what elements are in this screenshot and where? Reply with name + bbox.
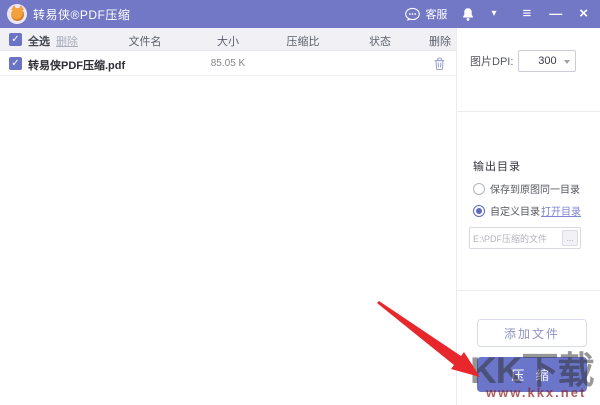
radio-custom-dir[interactable]: 自定义目录 打开目录 [473,203,581,218]
bell-icon [461,7,475,22]
settings-panel: 图片DPI: 300 输出目录 保存到原图同一目录 自定义目录 打开目录 ...… [456,28,600,405]
app-title: 转易侠®PDF压缩 [33,6,130,23]
notifications-button[interactable] [461,7,475,22]
select-all-checkbox[interactable]: ✓ [9,33,22,46]
titlebar: 转易侠®PDF压缩 客服 ▾ ≡ — × [0,0,600,28]
output-directory-title: 输出目录 [473,158,521,174]
file-size: 85.05 K [198,58,258,69]
trash-icon [432,56,447,71]
radio-custom-label: 自定义目录 [490,203,540,218]
column-header-filename: 文件名 [115,33,175,49]
customer-service-button[interactable]: 客服 [404,6,447,22]
radio-save-original-dir[interactable]: 保存到原图同一目录 [473,181,580,196]
minimize-button[interactable]: — [549,9,562,19]
add-files-button[interactable]: 添加文件 [477,319,587,347]
radio-selected-icon [473,205,485,217]
row-checkbox[interactable]: ✓ [9,57,22,70]
column-header-ratio: 压缩比 [272,33,334,49]
chat-bubble-icon [404,7,421,22]
output-path-field: ... [469,227,581,249]
dpi-select[interactable]: 300 [518,50,576,72]
panel-divider [457,290,600,291]
browse-button[interactable]: ... [562,230,578,246]
file-name: 转易侠PDF压缩.pdf [28,57,125,73]
radio-original-label: 保存到原图同一目录 [490,181,580,196]
output-path-input[interactable] [470,233,562,243]
titlebar-controls: 客服 ▾ ≡ — × [404,6,588,22]
close-button[interactable]: × [579,7,588,21]
delete-row-button[interactable] [432,56,447,71]
compress-button[interactable]: 压 缩 [477,357,587,392]
app-logo-icon [7,4,27,24]
column-header-size: 大小 [198,33,258,49]
file-list-header: ✓ 全选 删除 文件名 大小 压缩比 状态 删除 [0,28,456,51]
column-header-status: 状态 [350,33,410,49]
select-all-label: 全选 [28,33,50,49]
open-directory-link[interactable]: 打开目录 [541,203,581,218]
radio-unselected-icon [473,183,485,195]
chevron-down-icon[interactable]: ▾ [491,9,496,19]
fox-logo-icon [11,8,24,21]
table-row: ✓ 转易侠PDF压缩.pdf 85.05 K [0,51,456,76]
select-caret-icon [564,60,570,64]
delete-selected-link[interactable]: 删除 [56,33,78,49]
customer-service-label: 客服 [425,6,447,22]
menu-button[interactable]: ≡ [522,7,531,21]
dpi-setting: 图片DPI: 300 [470,50,576,72]
dpi-label: 图片DPI: [470,53,513,69]
panel-divider [457,111,600,112]
